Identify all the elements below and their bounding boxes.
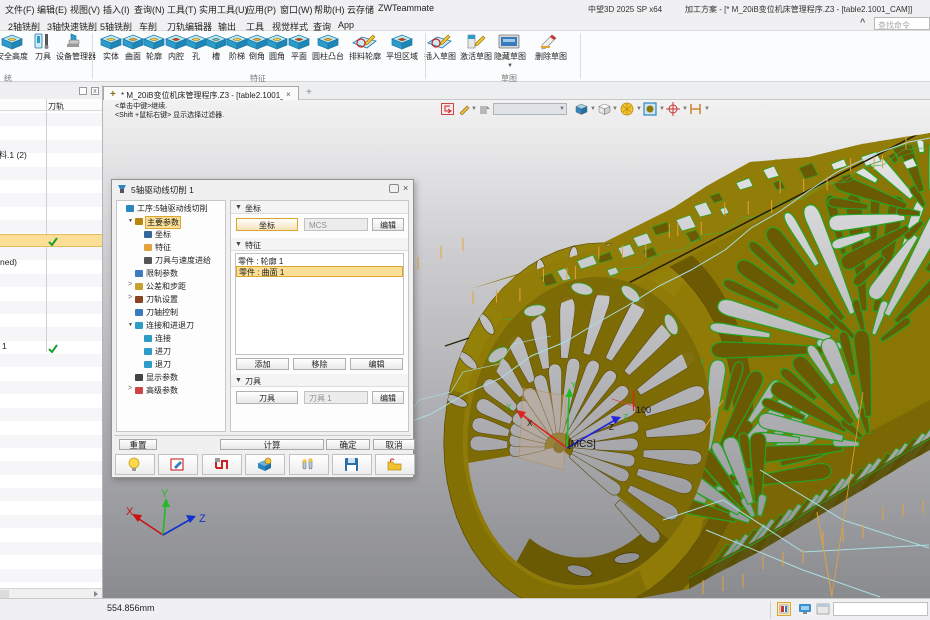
svg-text:[MCS]: [MCS] <box>568 439 596 450</box>
svg-text:Z: Z <box>623 413 628 422</box>
svg-text:X: X <box>506 403 512 412</box>
svg-text:X: X <box>126 506 134 518</box>
svg-text:Y: Y <box>571 381 577 390</box>
svg-text:X: X <box>527 419 533 428</box>
svg-text:100: 100 <box>636 405 651 415</box>
svg-text:Y: Y <box>161 488 169 500</box>
svg-text:Z: Z <box>609 423 614 432</box>
svg-text:Z: Z <box>199 513 206 525</box>
